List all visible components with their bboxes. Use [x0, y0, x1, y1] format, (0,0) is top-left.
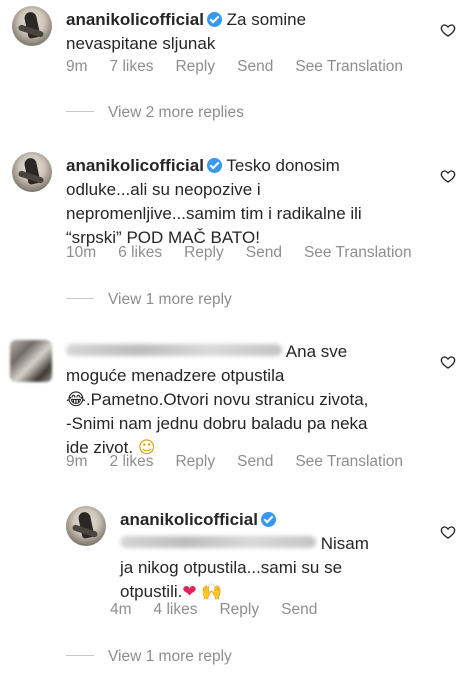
raising-hands-emoji-icon: 🙌: [201, 582, 223, 602]
reply-button[interactable]: Reply: [184, 244, 224, 261]
heart-icon[interactable]: [440, 168, 456, 184]
likes-count[interactable]: 4 likes: [154, 601, 198, 618]
verified-badge-icon: [260, 512, 276, 527]
comment-time: 9m: [66, 58, 88, 75]
username[interactable]: ananikolicofficial: [66, 156, 204, 175]
see-translation-button[interactable]: See Translation: [295, 58, 403, 75]
send-button[interactable]: Send: [237, 58, 273, 75]
divider: [66, 655, 94, 656]
heart-icon[interactable]: [440, 524, 456, 540]
verified-badge-icon: [206, 12, 222, 27]
send-button[interactable]: Send: [237, 453, 273, 470]
likes-count[interactable]: 6 likes: [118, 244, 162, 261]
reply-button[interactable]: Reply: [219, 601, 259, 618]
send-button[interactable]: Send: [246, 244, 282, 261]
comment-text: ja nikog otpustila...sami su se: [120, 558, 343, 577]
comment-time: 10m: [66, 244, 97, 261]
avatar[interactable]: [66, 506, 106, 546]
comment-text: otpustili.: [120, 582, 183, 601]
avatar[interactable]: [12, 6, 52, 46]
username[interactable]: ananikolicofficial: [66, 10, 204, 29]
heart-icon[interactable]: [440, 22, 456, 38]
reply-button[interactable]: Reply: [175, 453, 215, 470]
reply-button[interactable]: Reply: [175, 58, 215, 75]
red-heart-emoji-icon: ❤: [182, 582, 197, 602]
comment-text: .Pametno.Otvori novu stranicu zivota,: [85, 390, 369, 409]
divider: [66, 298, 94, 299]
view-more-replies-button[interactable]: View 1 more reply: [66, 291, 232, 309]
comment-time: 4m: [110, 601, 132, 618]
mentioned-username[interactable]: [120, 536, 316, 548]
avatar[interactable]: [12, 152, 52, 192]
username[interactable]: [66, 344, 282, 356]
verified-badge-icon: [206, 158, 222, 173]
see-translation-button[interactable]: See Translation: [304, 244, 412, 261]
comment-text: Ana sve: [285, 342, 348, 361]
likes-count[interactable]: 7 likes: [110, 58, 154, 75]
comment-text: moguće menadzere otpustila: [66, 366, 285, 385]
comment-text: Nisam: [320, 534, 369, 553]
send-button[interactable]: Send: [281, 601, 317, 618]
divider: [66, 111, 94, 112]
comment-text: Za somine: [226, 10, 307, 29]
avatar[interactable]: [10, 340, 52, 382]
comment-text: nevaspitane sljunak: [66, 34, 216, 53]
comment-text: Tesko donosim: [226, 156, 340, 175]
username[interactable]: ananikolicofficial: [120, 510, 258, 529]
comment-text: nepromenljive...samim tim i radikalne il…: [66, 204, 362, 223]
see-translation-button[interactable]: See Translation: [295, 453, 403, 470]
likes-count[interactable]: 2 likes: [110, 453, 154, 470]
heart-icon[interactable]: [440, 354, 456, 370]
comment-text: -Snimi nam jednu dobru baladu pa neka: [66, 414, 368, 433]
view-more-replies-button[interactable]: View 1 more reply: [66, 648, 232, 666]
laughing-emoji-icon: 😂: [66, 390, 86, 410]
comment-text: odluke...ali su neopozive i: [66, 180, 261, 199]
comment-time: 9m: [66, 453, 88, 470]
view-more-replies-button[interactable]: View 2 more replies: [66, 104, 244, 122]
